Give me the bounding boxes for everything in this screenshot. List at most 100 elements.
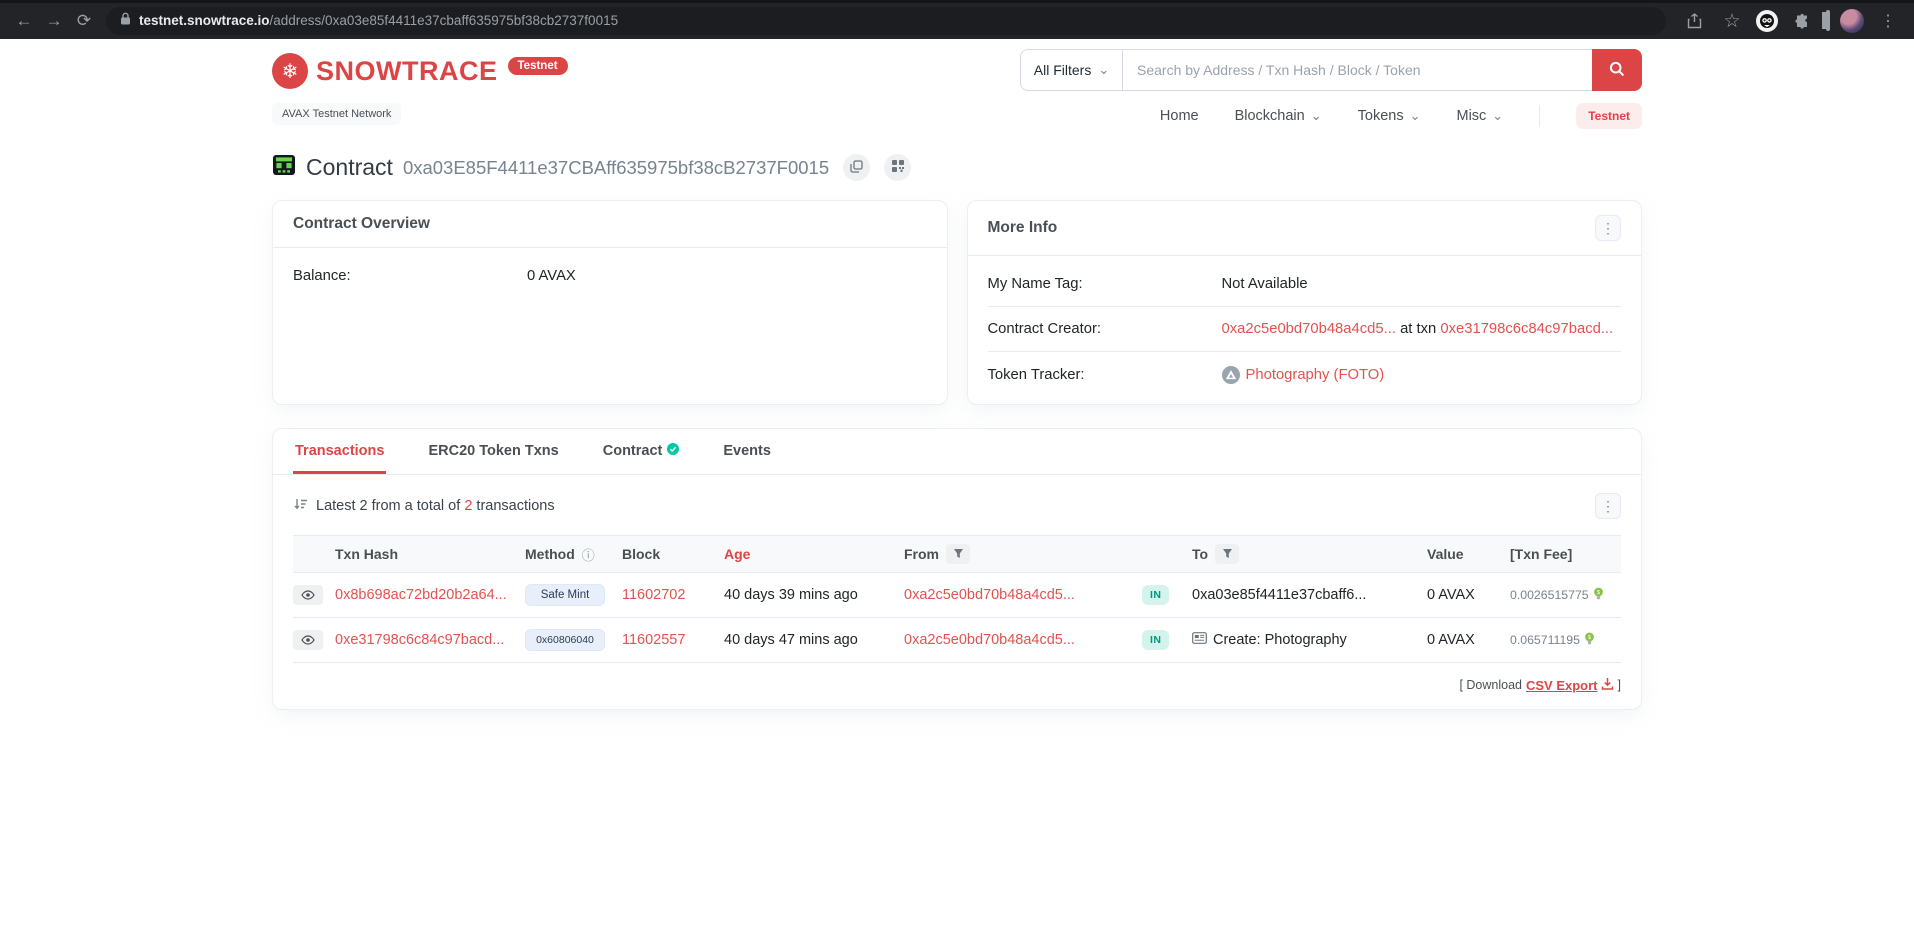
transactions-card: Transactions ERC20 Token Txns Contract E… <box>272 428 1642 710</box>
method-badge: Safe Mint <box>525 584 605 606</box>
age-cell: 40 days 39 mins ago <box>724 587 904 603</box>
nav-misc[interactable]: Misc⌄ <box>1456 108 1503 124</box>
gas-savings-bulb-icon[interactable]: $ <box>1593 587 1604 604</box>
to-address-cell: 0xa03e85f4411e37cbaff6... <box>1192 587 1427 603</box>
at-txn-text: at txn <box>1400 321 1436 337</box>
url-host: testnet.snowtrace.io <box>139 13 270 28</box>
tab-erc20-token-txns[interactable]: ERC20 Token Txns <box>426 429 560 474</box>
profile-avatar[interactable] <box>1840 9 1864 33</box>
to-address-cell: Create: Photography <box>1213 632 1347 648</box>
table-row: 0x8b698ac72bd20b2a64... Safe Mint 116027… <box>293 573 1621 618</box>
bookmark-star-icon[interactable]: ☆ <box>1718 7 1746 35</box>
creation-txn-link[interactable]: 0xe31798c6c84c97bacd... <box>1440 321 1613 337</box>
preview-txn-button[interactable] <box>293 585 323 605</box>
creator-address-link[interactable]: 0xa2c5e0bd70b48a4cd5... <box>1222 321 1396 337</box>
transactions-table: Txn Hash Method ⓘ Block Age From <box>293 535 1621 663</box>
to-filter-button[interactable] <box>1215 544 1239 564</box>
more-info-card-title: More Info <box>988 219 1058 237</box>
contract-address: 0xa03E85F4411e37CBAff635975bf38cB2737F00… <box>403 157 829 179</box>
col-from: From <box>904 544 1142 564</box>
txn-hash-link[interactable]: 0xe31798c6c84c97bacd... <box>335 632 504 648</box>
col-block: Block <box>622 546 724 562</box>
main-content: Contract 0xa03E85F4411e37CBAff635975bf38… <box>272 153 1642 710</box>
eye-icon <box>301 633 315 648</box>
tab-transactions[interactable]: Transactions <box>293 429 386 474</box>
copy-address-button[interactable] <box>843 154 870 181</box>
site-header: ❄ SNOWTRACE Testnet AVAX Testnet Network… <box>0 39 1914 129</box>
from-address-link[interactable]: 0xa2c5e0bd70b48a4cd5... <box>904 587 1075 603</box>
col-value: Value <box>1427 546 1510 562</box>
browser-address-bar[interactable]: testnet.snowtrace.io/address/0xa03e85f44… <box>106 7 1666 35</box>
col-txn-hash: Txn Hash <box>335 546 525 562</box>
contract-creation-icon <box>1192 632 1207 648</box>
share-icon[interactable] <box>1680 7 1708 35</box>
browser-menu-icon[interactable]: ⋮ <box>1874 7 1902 35</box>
tab-bar: Transactions ERC20 Token Txns Contract E… <box>273 429 1641 475</box>
filter-dropdown-label: All Filters <box>1034 62 1092 78</box>
snowtrace-logo[interactable]: ❄ SNOWTRACE Testnet <box>272 49 568 89</box>
block-link[interactable]: 11602557 <box>622 632 685 648</box>
tab-contract[interactable]: Contract <box>601 429 682 474</box>
nav-testnet-button[interactable]: Testnet <box>1576 103 1642 129</box>
extensions-puzzle-icon[interactable] <box>1788 7 1816 35</box>
svg-text:$: $ <box>1597 590 1600 596</box>
txn-fee-cell: 0.0026515775 <box>1510 588 1589 602</box>
search-icon <box>1609 61 1625 80</box>
browser-back-button[interactable]: ← <box>10 7 38 35</box>
info-icon[interactable]: ⓘ <box>582 545 595 564</box>
contract-overview-card: Contract Overview Balance: 0 AVAX <box>272 200 948 405</box>
snowflake-logo-icon: ❄ <box>272 53 308 89</box>
logo-text: SNOWTRACE <box>316 56 498 87</box>
token-tracker-link[interactable]: Photography (FOTO) <box>1246 367 1385 383</box>
col-to: To <box>1192 544 1427 564</box>
network-label: AVAX Testnet Network <box>272 103 401 125</box>
csv-export-link[interactable]: CSV Export <box>1526 677 1614 693</box>
qr-code-button[interactable] <box>884 154 911 181</box>
eye-icon <box>301 588 315 603</box>
browser-reload-button[interactable]: ⟳ <box>70 7 98 35</box>
chevron-down-icon: ⌄ <box>1410 112 1421 120</box>
download-suffix: ] <box>1618 678 1621 692</box>
browser-forward-button[interactable]: → <box>40 7 68 35</box>
chevron-down-icon: ⌄ <box>1311 112 1322 120</box>
age-cell: 40 days 47 mins ago <box>724 632 904 648</box>
table-header-row: Txn Hash Method ⓘ Block Age From <box>293 535 1621 573</box>
nav-tokens[interactable]: Tokens⌄ <box>1358 108 1421 124</box>
value-cell: 0 AVAX <box>1427 632 1510 648</box>
main-navigation: Home Blockchain⌄ Tokens⌄ Misc⌄ Testnet <box>1020 103 1642 129</box>
col-age[interactable]: Age <box>724 546 904 562</box>
chevron-down-icon: ⌄ <box>1098 66 1109 74</box>
page-title: Contract <box>306 154 393 181</box>
funnel-icon <box>953 547 964 562</box>
search-input[interactable] <box>1122 49 1592 91</box>
search-bar: All Filters ⌄ <box>1020 49 1642 91</box>
side-panel-icon[interactable] <box>1826 12 1830 30</box>
nav-divider <box>1539 105 1540 127</box>
direction-badge: IN <box>1142 585 1169 605</box>
nav-home[interactable]: Home <box>1160 108 1199 124</box>
nav-blockchain[interactable]: Blockchain⌄ <box>1235 108 1322 124</box>
download-icon <box>1601 677 1614 693</box>
gas-savings-bulb-icon[interactable]: $ <box>1584 632 1595 649</box>
owl-extension-icon[interactable] <box>1756 10 1778 32</box>
lock-icon <box>120 12 131 30</box>
copy-icon <box>850 160 863 176</box>
sort-icon <box>293 497 308 515</box>
name-tag-value: Not Available <box>1222 276 1308 292</box>
search-filter-dropdown[interactable]: All Filters ⌄ <box>1020 49 1122 91</box>
table-options-button[interactable]: ⋮ <box>1595 493 1621 519</box>
block-link[interactable]: 11602702 <box>622 587 685 603</box>
overview-card-title: Contract Overview <box>293 215 430 233</box>
tab-events[interactable]: Events <box>721 429 773 474</box>
balance-value: 0 AVAX <box>527 268 576 284</box>
from-address-link[interactable]: 0xa2c5e0bd70b48a4cd5... <box>904 632 1075 648</box>
search-button[interactable] <box>1592 49 1642 91</box>
method-badge: 0x60806040 <box>525 629 605 651</box>
value-cell: 0 AVAX <box>1427 587 1510 603</box>
txn-hash-link[interactable]: 0x8b698ac72bd20b2a64... <box>335 587 507 603</box>
from-filter-button[interactable] <box>946 544 970 564</box>
preview-txn-button[interactable] <box>293 630 323 650</box>
chevron-down-icon: ⌄ <box>1492 112 1503 120</box>
txn-fee-cell: 0.065711195 <box>1510 633 1580 647</box>
more-info-menu-button[interactable]: ⋮ <box>1595 215 1621 241</box>
